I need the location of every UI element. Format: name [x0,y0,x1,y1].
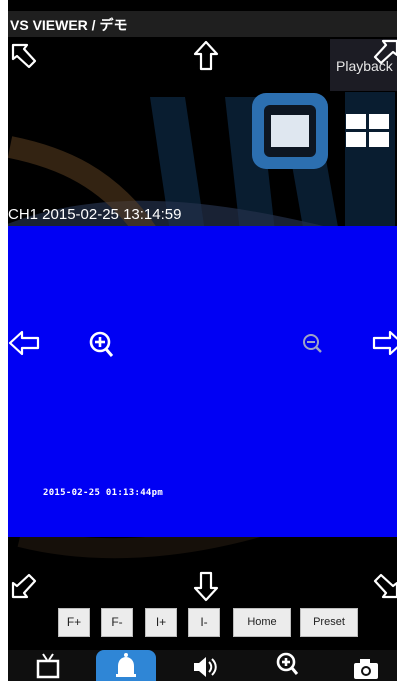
nav-zoom[interactable] [260,650,316,681]
quad-view-icon [346,114,366,129]
zoom-out-icon[interactable] [302,333,324,360]
bottom-nav [8,650,397,681]
focus-minus-button[interactable]: F- [101,608,133,637]
left-frame-strip [0,0,8,681]
zoom-in-icon[interactable] [89,331,115,364]
title-bar: VS VIEWER / デモ [8,11,397,37]
iris-plus-button[interactable]: I+ [145,608,177,637]
single-view-button[interactable] [252,93,328,169]
arrow-left-icon[interactable] [8,329,40,357]
nav-tv[interactable] [20,650,76,681]
nav-speaker[interactable] [176,650,232,681]
arrow-up-icon[interactable] [193,40,219,72]
speaker-icon [194,657,217,677]
channel-label: CH1 2015-02-25 13:14:59 [8,206,182,223]
app-title: VS VIEWER / デモ [10,17,128,33]
iris-minus-button[interactable]: I- [188,608,220,637]
single-view-icon [264,105,316,157]
arrow-down-left-icon[interactable] [10,572,38,600]
right-frame-strip [397,0,403,681]
home-button[interactable]: Home [233,608,291,637]
zoom-in-icon [276,652,299,675]
arrow-down-icon[interactable] [193,570,219,602]
arrow-up-left-icon[interactable] [10,42,38,70]
preset-button[interactable]: Preset [300,608,358,637]
quad-view-button[interactable] [346,114,390,148]
nav-camera[interactable] [338,650,394,681]
nav-bell[interactable] [96,650,156,681]
app-root: VS VIEWER / デモ Playback CH1 2015-02-25 1… [0,0,403,681]
video-osd-timestamp: 2015-02-25 01:13:44pm [43,488,164,498]
camera-icon [354,659,378,679]
video-feed[interactable]: 2015-02-25 01:13:44pm [8,226,397,537]
ptz-controls: F+ F- I+ I- Home Preset [0,603,403,643]
bell-icon [116,653,136,677]
arrow-up-right-icon[interactable] [372,38,400,66]
tv-icon [36,653,60,679]
arrow-down-right-icon[interactable] [372,572,400,600]
focus-plus-button[interactable]: F+ [58,608,90,637]
